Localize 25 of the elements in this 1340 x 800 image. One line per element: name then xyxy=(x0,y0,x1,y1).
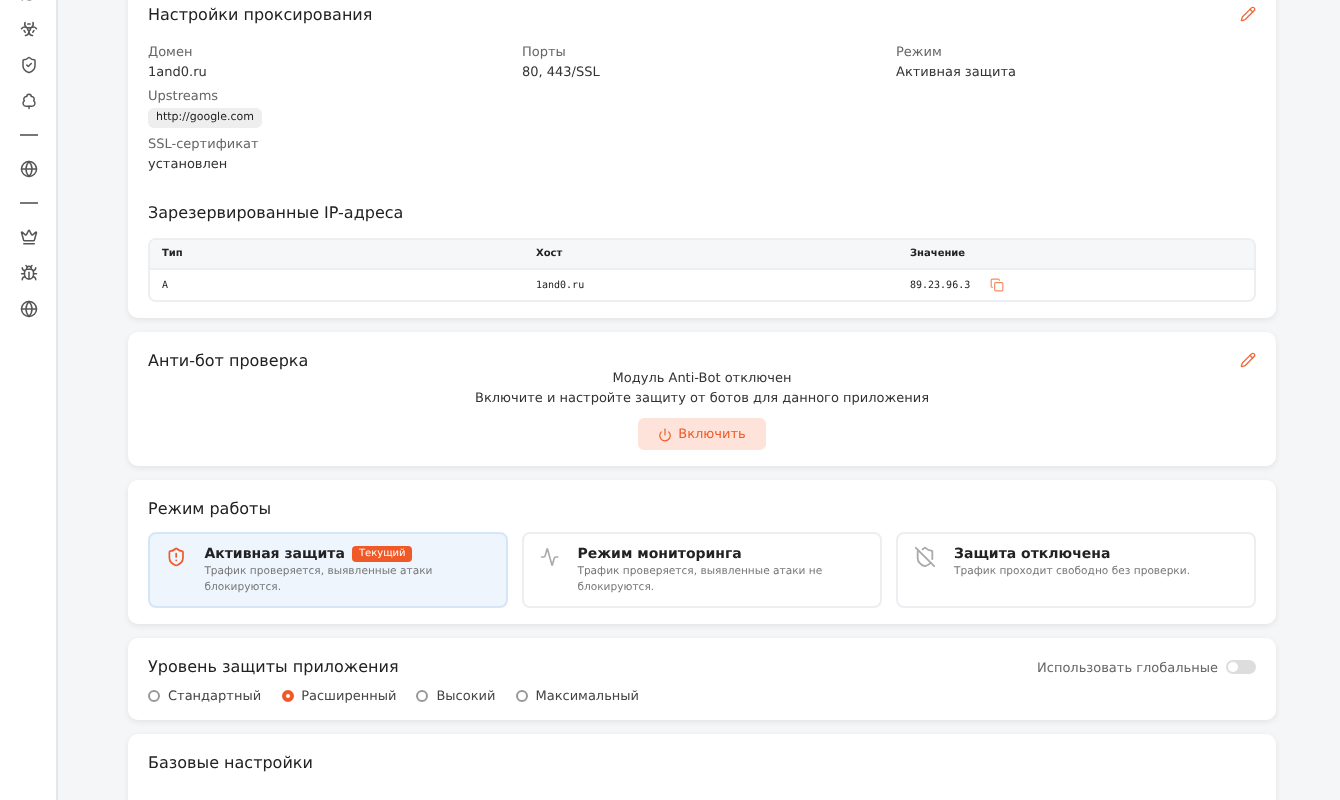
shield-icon xyxy=(166,546,187,568)
power-icon xyxy=(658,427,673,441)
radio-button[interactable] xyxy=(281,690,294,703)
card-title: Настройки проксирования xyxy=(148,6,373,24)
sidebar-nav-icon[interactable] xyxy=(19,264,37,282)
sidebar-nav-icon[interactable] xyxy=(19,92,37,110)
radio-button[interactable] xyxy=(148,690,160,703)
card-title: Режим работы xyxy=(148,500,272,518)
radio-button[interactable] xyxy=(515,690,528,703)
card-title: Базовые настройки xyxy=(148,754,313,773)
edit-icon[interactable] xyxy=(1240,352,1256,368)
sidebar-nav-icon[interactable] xyxy=(19,300,37,318)
copy-icon[interactable] xyxy=(990,278,1005,292)
pulse-icon xyxy=(540,546,560,568)
sidebar-nav-icon[interactable] xyxy=(19,56,37,74)
global-toggle[interactable] xyxy=(1226,660,1256,675)
card-title: Анти-бот проверка xyxy=(148,352,309,370)
sidebar-nav-icon[interactable] xyxy=(19,228,37,246)
radio-button[interactable] xyxy=(416,690,429,703)
shield-off-icon xyxy=(914,546,936,568)
sidebar-nav-icon[interactable] xyxy=(19,20,37,38)
card-title: Уровень защиты приложения xyxy=(148,658,399,677)
edit-icon[interactable] xyxy=(1240,6,1256,22)
sidebar-nav-icon[interactable] xyxy=(19,160,37,178)
section-title: Зарезервированные IP-адреса xyxy=(148,204,406,222)
